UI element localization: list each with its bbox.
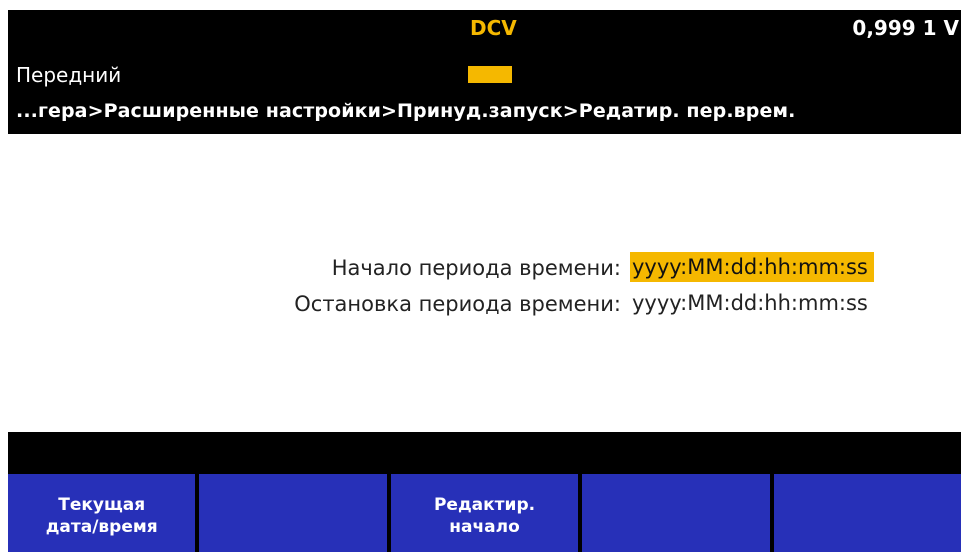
content-area: Начало периода времени: yyyy:MM:dd:hh:mm… [8,134,961,432]
field-value-stop[interactable]: yyyy:MM:dd:hh:mm:ss [630,288,874,318]
field-label-start: Начало периода времени: [331,256,621,280]
softkey-current-datetime[interactable]: Текущая дата/время [8,474,196,552]
terminal-label: Передний [16,63,122,87]
field-row-start[interactable]: Начало периода времени: yyyy:MM:dd:hh:mm… [8,252,961,284]
softkey-3-line1: Редактир. [433,495,536,515]
softkey-bar: Текущая дата/время Редактир. начало [8,470,961,552]
measurement-reading: 0,999 1 V [852,16,959,40]
softkey-4[interactable] [582,474,770,552]
field-value-start[interactable]: yyyy:MM:dd:hh:mm:ss [630,252,874,282]
field-row-stop[interactable]: Остановка периода времени: yyyy:MM:dd:hh… [8,288,961,320]
softkey-1-line1: Текущая [58,495,146,515]
function-label: DCV [470,16,517,40]
softkey-2[interactable] [199,474,387,552]
breadcrumb: ...гера>Расширенные настройки>Принуд.зап… [16,100,796,122]
softkey-5[interactable] [773,474,961,552]
status-indicator [468,66,512,83]
status-bar [8,432,961,470]
field-label-stop: Остановка периода времени: [294,292,621,316]
softkey-3-line2: начало [449,517,520,537]
softkey-1-line2: дата/время [45,517,158,537]
softkey-edit-start[interactable]: Редактир. начало [390,474,579,552]
instrument-screen: DCV 0,999 1 V Передний ...гера>Расширенн… [0,0,961,552]
